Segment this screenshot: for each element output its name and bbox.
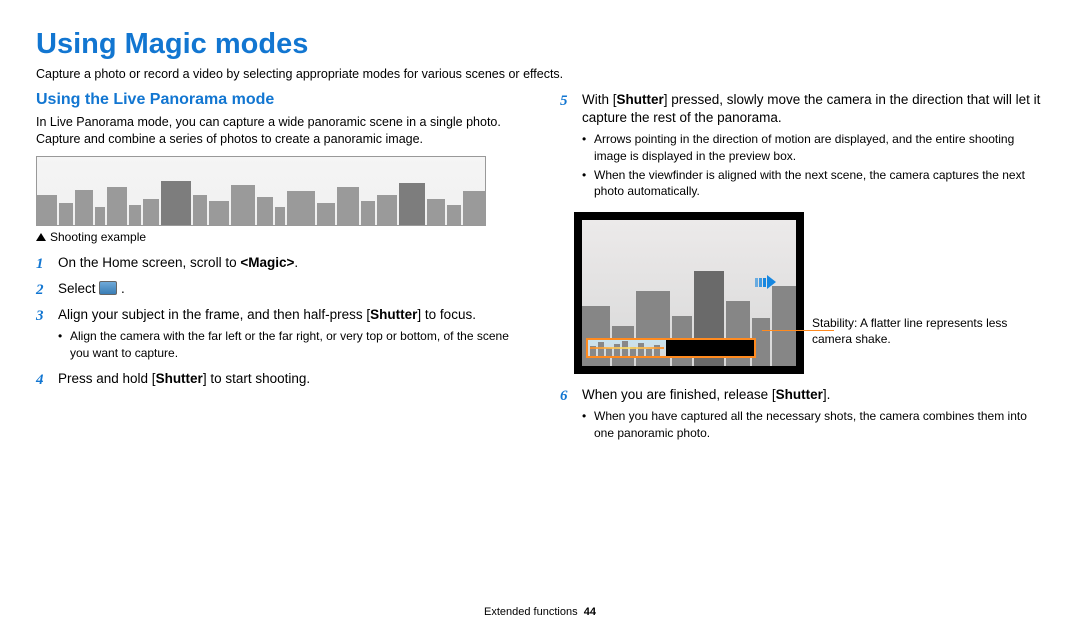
footer-section-label: Extended functions: [484, 606, 578, 618]
direction-arrow-icon: [755, 275, 776, 289]
caption-text: Shooting example: [50, 230, 146, 244]
step-3: 3 Align your subject in the frame, and t…: [36, 306, 520, 364]
step-text: Align your subject in the frame, and the…: [58, 307, 370, 322]
step-text: On the Home screen, scroll to: [58, 255, 240, 270]
viewfinder-figure: Stability: A flatter line represents les…: [574, 212, 1044, 374]
step-sub-bullet: Align the camera with the far left or th…: [58, 328, 520, 360]
stability-line-icon: [590, 347, 664, 349]
intro-text: Capture a photo or record a video by sel…: [36, 67, 1044, 81]
step-number: 4: [36, 370, 50, 390]
step-bold: <Magic>: [240, 255, 294, 270]
step-bold: Shutter: [370, 307, 417, 322]
step-text: With [: [582, 92, 617, 107]
step-5: 5 With [Shutter] pressed, slowly move th…: [560, 91, 1044, 202]
two-column-layout: Using the Live Panorama mode In Live Pan…: [36, 91, 1044, 450]
step-text-end: ].: [823, 387, 831, 402]
step-number: 1: [36, 254, 50, 274]
annotation-leader-line: [762, 330, 834, 331]
step-bold: Shutter: [776, 387, 823, 402]
page-footer: Extended functions 44: [0, 606, 1080, 618]
step-text: Select: [58, 281, 99, 296]
step-text-end: .: [121, 281, 125, 296]
step-6: 6 When you are finished, release [Shutte…: [560, 386, 1044, 444]
annotation-text: Stability: A flatter line represents les…: [812, 316, 1012, 347]
step-number: 2: [36, 280, 50, 300]
left-column: Using the Live Panorama mode In Live Pan…: [36, 91, 520, 450]
panorama-mode-icon: [99, 281, 117, 295]
section-description: In Live Panorama mode, you can capture a…: [36, 114, 520, 148]
step-text-end: ] to start shooting.: [203, 371, 310, 386]
step-bold: Shutter: [617, 92, 664, 107]
step-text-end: .: [294, 255, 298, 270]
preview-strip-box: [586, 338, 756, 358]
step-text: When you are finished, release [: [582, 387, 776, 402]
step-sub-bullet: When the viewfinder is aligned with the …: [582, 167, 1044, 199]
step-number: 3: [36, 306, 50, 364]
page-number: 44: [584, 606, 596, 618]
steps-list-right: 5 With [Shutter] pressed, slowly move th…: [560, 91, 1044, 202]
steps-list-left: 1 On the Home screen, scroll to <Magic>.…: [36, 254, 520, 390]
step-sub-bullet: Arrows pointing in the direction of moti…: [582, 131, 1044, 163]
step-4: 4 Press and hold [Shutter] to start shoo…: [36, 370, 520, 390]
section-subheading: Using the Live Panorama mode: [36, 91, 520, 109]
triangle-up-icon: [36, 233, 46, 241]
step-2: 2 Select .: [36, 280, 520, 300]
step-text-end: ] to focus.: [417, 307, 476, 322]
viewfinder-screen: [574, 212, 804, 374]
step-number: 6: [560, 386, 574, 444]
step-text: Press and hold [: [58, 371, 156, 386]
right-column: 5 With [Shutter] pressed, slowly move th…: [560, 91, 1044, 450]
step-number: 5: [560, 91, 574, 202]
page-title: Using Magic modes: [36, 28, 1044, 61]
step-1: 1 On the Home screen, scroll to <Magic>.: [36, 254, 520, 274]
step-bold: Shutter: [156, 371, 203, 386]
step-sub-bullet: When you have captured all the necessary…: [582, 408, 1044, 440]
image-caption: Shooting example: [36, 230, 520, 244]
steps-list-right-2: 6 When you are finished, release [Shutte…: [560, 386, 1044, 444]
panorama-example-image: [36, 156, 486, 226]
